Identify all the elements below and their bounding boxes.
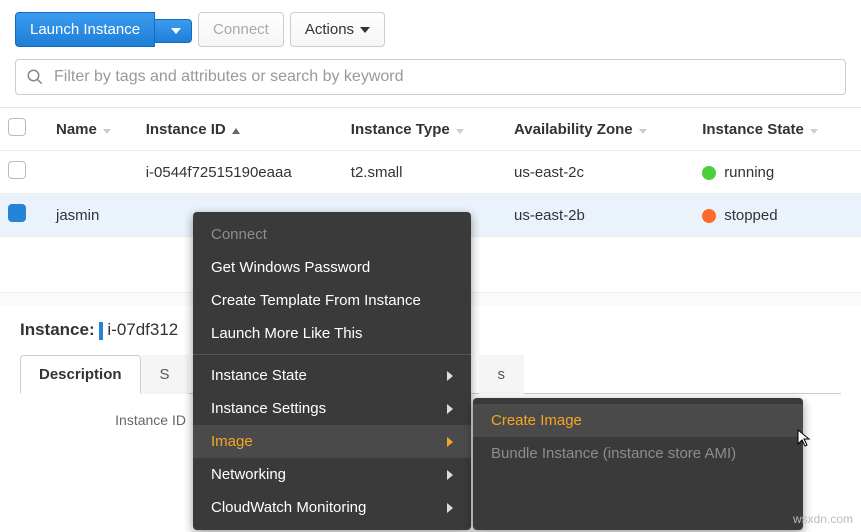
state-running-icon — [702, 166, 716, 180]
tab-partial-2[interactable]: S — [141, 355, 189, 394]
search-bar[interactable] — [15, 59, 846, 95]
watermark: wsxdn.com — [793, 512, 853, 526]
cell-state: running — [694, 151, 861, 194]
chevron-right-icon — [447, 470, 453, 480]
column-label: Instance Type — [351, 121, 450, 138]
menu-item-networking[interactable]: Networking — [193, 458, 471, 491]
sort-asc-icon — [232, 128, 240, 134]
toolbar: Launch Instance Connect Actions — [0, 0, 861, 59]
table-row[interactable]: i-0544f72515190eaaa t2.small us-east-2c … — [0, 151, 861, 194]
image-submenu: Create Image Bundle Instance (instance s… — [473, 398, 803, 530]
chevron-right-icon — [447, 371, 453, 381]
connect-button[interactable]: Connect — [198, 12, 284, 47]
search-input[interactable] — [54, 68, 835, 86]
select-all-checkbox[interactable] — [8, 118, 26, 136]
column-instance-id[interactable]: Instance ID — [138, 108, 343, 151]
actions-button[interactable]: Actions — [290, 12, 385, 47]
table-header-row: Name Instance ID Instance Type Availabil… — [0, 108, 861, 151]
cell-az: us-east-2c — [506, 151, 694, 194]
menu-label: CloudWatch Monitoring — [211, 499, 366, 516]
column-availability-zone[interactable]: Availability Zone — [506, 108, 694, 151]
column-instance-state[interactable]: Instance State — [694, 108, 861, 151]
launch-instance-dropdown[interactable] — [154, 19, 192, 43]
menu-item-connect: Connect — [193, 218, 471, 251]
chevron-right-icon — [447, 437, 453, 447]
menu-label: Instance Settings — [211, 400, 326, 417]
column-label: Name — [56, 121, 97, 138]
chevron-right-icon — [447, 503, 453, 513]
launch-instance-button[interactable]: Launch Instance — [15, 12, 155, 47]
state-label: running — [724, 164, 774, 181]
sort-icon — [103, 129, 111, 134]
detail-title-prefix: Instance: — [20, 320, 95, 339]
menu-item-create-template[interactable]: Create Template From Instance — [193, 284, 471, 317]
context-menu: Connect Get Windows Password Create Temp… — [193, 212, 471, 530]
menu-item-instance-settings[interactable]: Instance Settings — [193, 392, 471, 425]
column-label: Availability Zone — [514, 121, 633, 138]
menu-item-cloudwatch[interactable]: CloudWatch Monitoring — [193, 491, 471, 524]
cell-instance-id: i-0544f72515190eaaa — [138, 151, 343, 194]
details-label: Instance ID — [24, 412, 204, 428]
cell-name — [48, 151, 138, 194]
row-checkbox[interactable] — [8, 161, 26, 179]
menu-separator — [193, 354, 471, 355]
cell-name: jasmin — [48, 194, 138, 237]
submenu-item-bundle-instance: Bundle Instance (instance store AMI) — [473, 437, 803, 470]
menu-item-get-windows-password[interactable]: Get Windows Password — [193, 251, 471, 284]
column-name[interactable]: Name — [48, 108, 138, 151]
caret-down-icon — [171, 28, 181, 34]
menu-item-instance-state[interactable]: Instance State — [193, 359, 471, 392]
chevron-right-icon — [447, 404, 453, 414]
mouse-cursor-icon — [795, 428, 815, 448]
caret-down-icon — [360, 27, 370, 33]
search-icon — [26, 68, 44, 86]
column-label: Instance State — [702, 121, 804, 138]
tab-description[interactable]: Description — [20, 355, 141, 394]
menu-item-image[interactable]: Image — [193, 425, 471, 458]
actions-label: Actions — [305, 21, 354, 38]
sort-icon — [810, 129, 818, 134]
menu-label: Instance State — [211, 367, 307, 384]
row-checkbox[interactable] — [8, 204, 26, 222]
column-label: Instance ID — [146, 121, 226, 138]
context-menu-layer: Connect Get Windows Password Create Temp… — [193, 212, 803, 530]
column-instance-type[interactable]: Instance Type — [343, 108, 506, 151]
header-checkbox-cell — [0, 108, 48, 151]
detail-instance-id: i-07df312 — [107, 320, 178, 339]
menu-item-launch-more[interactable]: Launch More Like This — [193, 317, 471, 350]
menu-label: Networking — [211, 466, 286, 483]
sort-icon — [456, 129, 464, 134]
cell-instance-type: t2.small — [343, 151, 506, 194]
launch-instance-group: Launch Instance — [15, 12, 192, 47]
submenu-item-create-image[interactable]: Create Image — [473, 404, 803, 437]
selection-caret-icon — [99, 322, 103, 340]
sort-icon — [639, 129, 647, 134]
menu-label: Image — [211, 433, 253, 450]
